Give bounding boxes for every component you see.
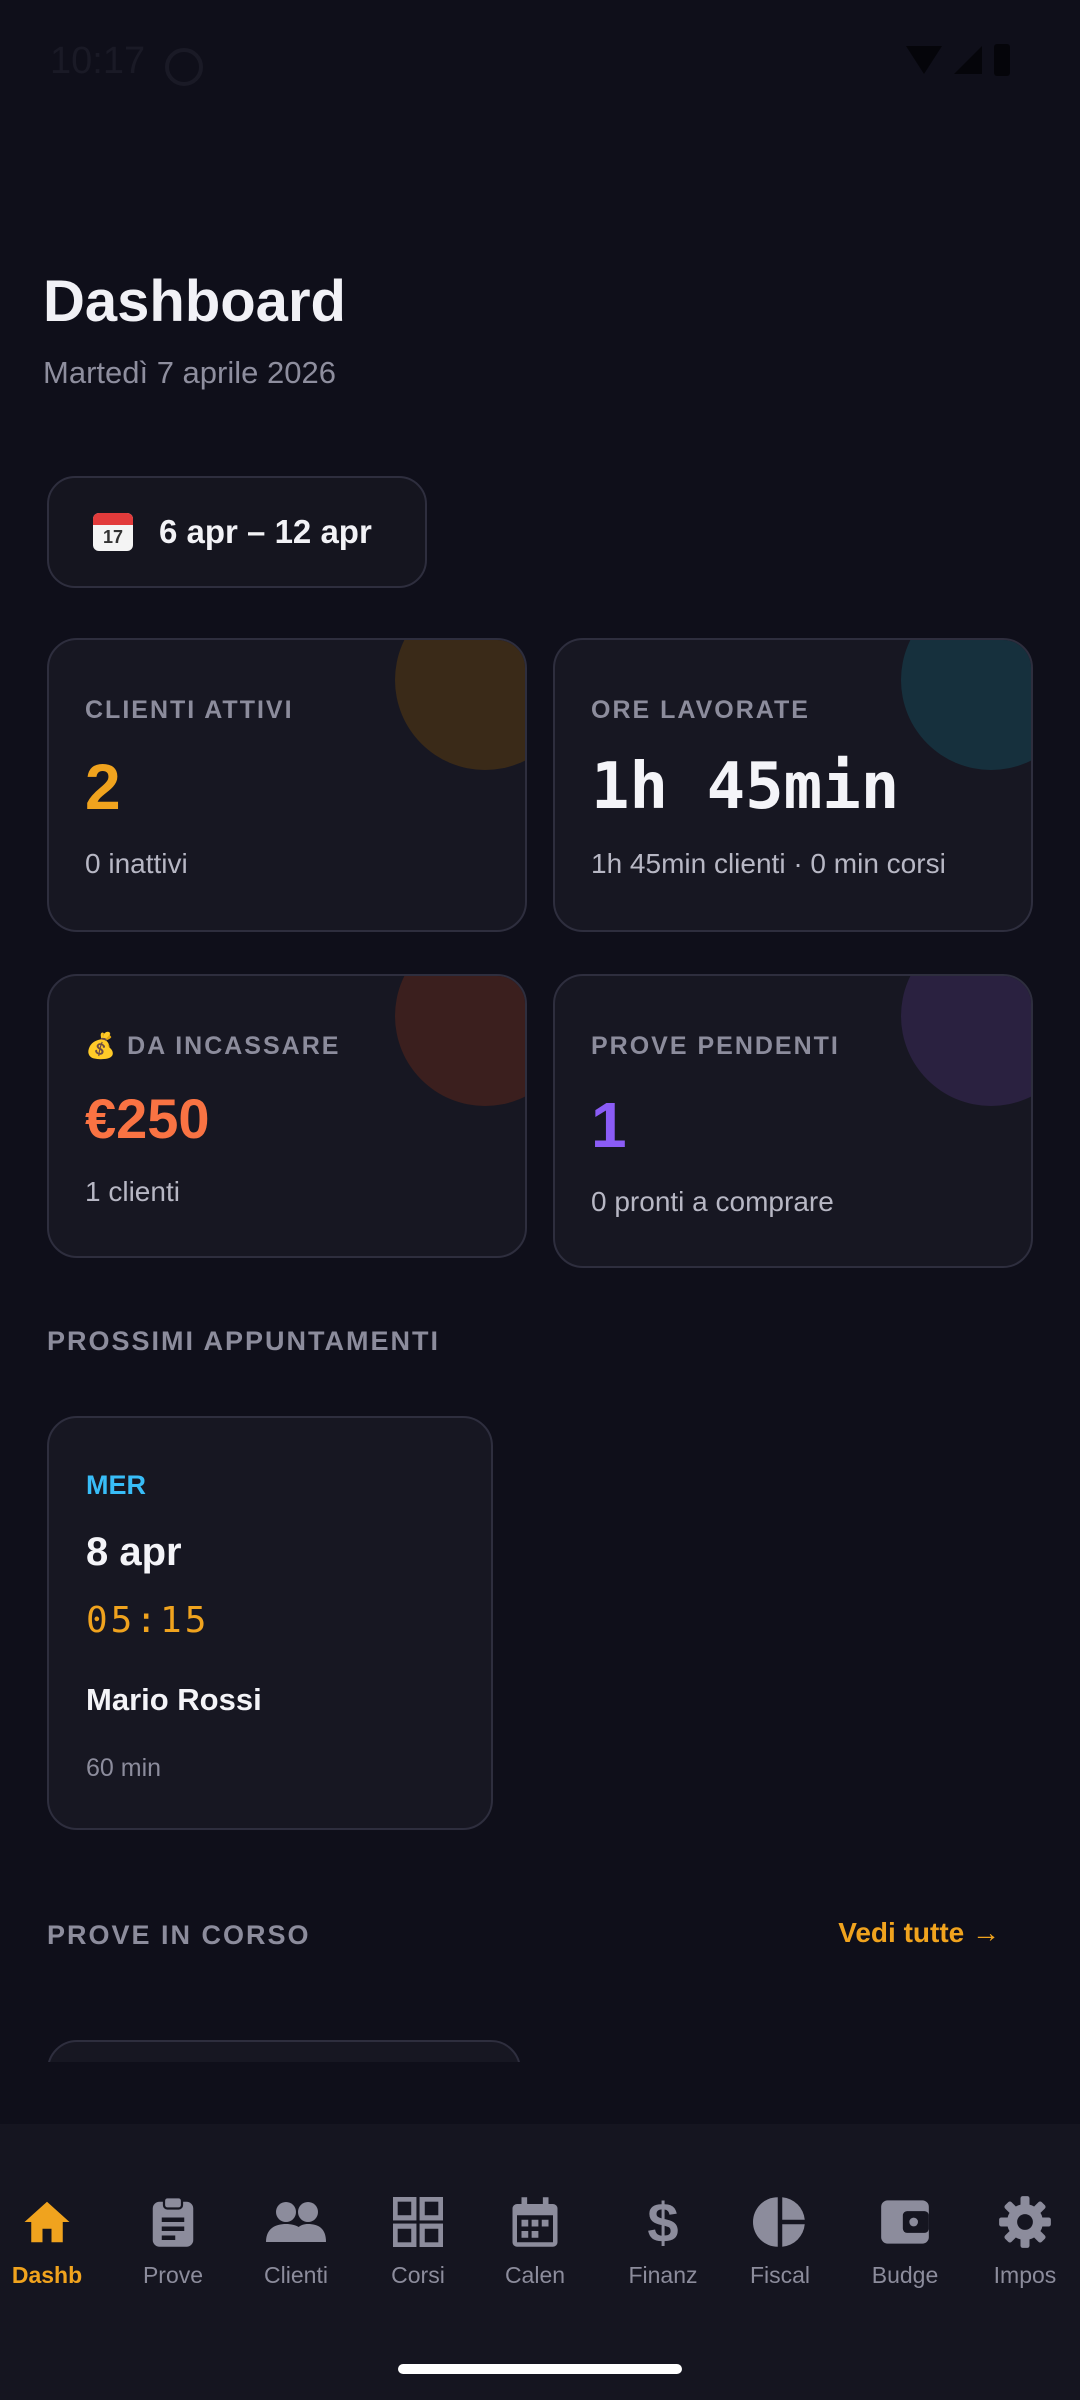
nav-label: Dashb bbox=[11, 2262, 83, 2288]
nav-item-fiscale[interactable]: Fiscal bbox=[720, 2164, 840, 2314]
trials-section-title: PROVE IN CORSO bbox=[47, 1920, 311, 1950]
stat-value: 1 bbox=[591, 1089, 627, 1161]
pie-chart-icon bbox=[750, 2192, 810, 2252]
status-bar: 10:17 bbox=[0, 0, 1080, 130]
stat-label: 💰 DA INCASSARE bbox=[85, 1032, 341, 1060]
stat-sub: 0 pronti a comprare bbox=[591, 1186, 834, 1217]
sync-icon bbox=[165, 48, 203, 86]
stat-label: CLIENTI ATTIVI bbox=[85, 696, 294, 724]
nav-label: Finanz bbox=[628, 2262, 698, 2288]
decorative-circle bbox=[901, 640, 1031, 770]
nav-item-budget[interactable]: Budge bbox=[845, 2164, 965, 2314]
appointment-date: 8 apr bbox=[86, 1530, 182, 1574]
nav-label: Corsi bbox=[391, 2262, 445, 2288]
decorative-circle bbox=[395, 976, 525, 1106]
appointment-day: MER bbox=[86, 1470, 146, 1500]
appointment-duration: 60 min bbox=[86, 1754, 162, 1782]
nav-label: Budge bbox=[871, 2262, 939, 2288]
grid-icon bbox=[388, 2192, 448, 2252]
nav-item-dashboard[interactable]: Dashb bbox=[0, 2164, 107, 2314]
nav-label: Calen bbox=[504, 2262, 566, 2288]
calendar-icon bbox=[505, 2192, 565, 2252]
calendar-emoji-icon: 17 bbox=[93, 513, 133, 551]
nav-item-impostazioni[interactable]: Impos bbox=[965, 2164, 1080, 2314]
appointment-client: Mario Rossi bbox=[86, 1682, 262, 1717]
nav-item-corsi[interactable]: Corsi bbox=[358, 2164, 478, 2314]
stat-value: €250 bbox=[85, 1087, 210, 1150]
gear-icon bbox=[995, 2192, 1055, 2252]
stat-value: 1h 45min bbox=[591, 750, 900, 824]
stat-sub: 1h 45min clienti · 0 min corsi bbox=[591, 848, 946, 879]
week-range-label: 6 apr – 12 apr bbox=[159, 513, 372, 550]
stat-sub: 0 inattivi bbox=[85, 848, 188, 879]
status-time: 10:17 bbox=[50, 40, 146, 82]
nav-item-prove[interactable]: Prove bbox=[113, 2164, 233, 2314]
upcoming-section-title: PROSSIMI APPUNTAMENTI bbox=[47, 1326, 441, 1356]
stat-card-to-collect[interactable]: 💰 DA INCASSARE €250 1 clienti bbox=[47, 974, 527, 1258]
see-all-trials-link[interactable]: Vedi tutte → bbox=[838, 1917, 1000, 1949]
week-range-selector[interactable]: 17 6 apr – 12 apr bbox=[47, 476, 427, 588]
home-indicator[interactable] bbox=[398, 2364, 682, 2374]
stat-sub: 1 clienti bbox=[85, 1176, 180, 1207]
battery-icon bbox=[994, 44, 1010, 76]
bottom-nav: Dashb Prove Clienti Corsi Calen $ Finanz bbox=[0, 2124, 1080, 2400]
stat-card-hours-worked[interactable]: ORE LAVORATE 1h 45min 1h 45min clienti ·… bbox=[553, 638, 1033, 932]
nav-item-clienti[interactable]: Clienti bbox=[236, 2164, 356, 2314]
wifi-icon bbox=[906, 46, 942, 74]
nav-label: Clienti bbox=[264, 2262, 328, 2288]
appointment-time: 05:15 bbox=[86, 1600, 210, 1641]
page-date: Martedì 7 aprile 2026 bbox=[43, 355, 336, 390]
home-icon bbox=[17, 2192, 77, 2252]
nav-label: Impos bbox=[993, 2262, 1057, 2288]
stat-card-active-clients[interactable]: CLIENTI ATTIVI 2 0 inattivi bbox=[47, 638, 527, 932]
stat-value: 2 bbox=[85, 751, 121, 823]
decorative-circle bbox=[901, 976, 1031, 1106]
decorative-circle bbox=[395, 640, 525, 770]
nav-item-calendario[interactable]: Calen bbox=[475, 2164, 595, 2314]
wallet-icon bbox=[875, 2192, 935, 2252]
dollar-icon: $ bbox=[647, 2190, 679, 2254]
stat-label: ORE LAVORATE bbox=[591, 696, 810, 724]
nav-label: Fiscal bbox=[749, 2262, 811, 2288]
clipboard-icon bbox=[143, 2192, 203, 2252]
appointment-card[interactable]: MER 8 apr 05:15 Mario Rossi 60 min bbox=[47, 1416, 493, 1830]
stat-card-pending-trials[interactable]: PROVE PENDENTI 1 0 pronti a comprare bbox=[553, 974, 1033, 1268]
nav-label: Prove bbox=[142, 2262, 204, 2288]
page-title: Dashboard bbox=[43, 269, 346, 334]
stat-label: PROVE PENDENTI bbox=[591, 1032, 840, 1060]
people-icon bbox=[266, 2192, 326, 2252]
signal-icon bbox=[954, 46, 982, 74]
nav-item-finanze[interactable]: $ Finanz bbox=[603, 2164, 723, 2314]
status-icons bbox=[906, 44, 1010, 76]
